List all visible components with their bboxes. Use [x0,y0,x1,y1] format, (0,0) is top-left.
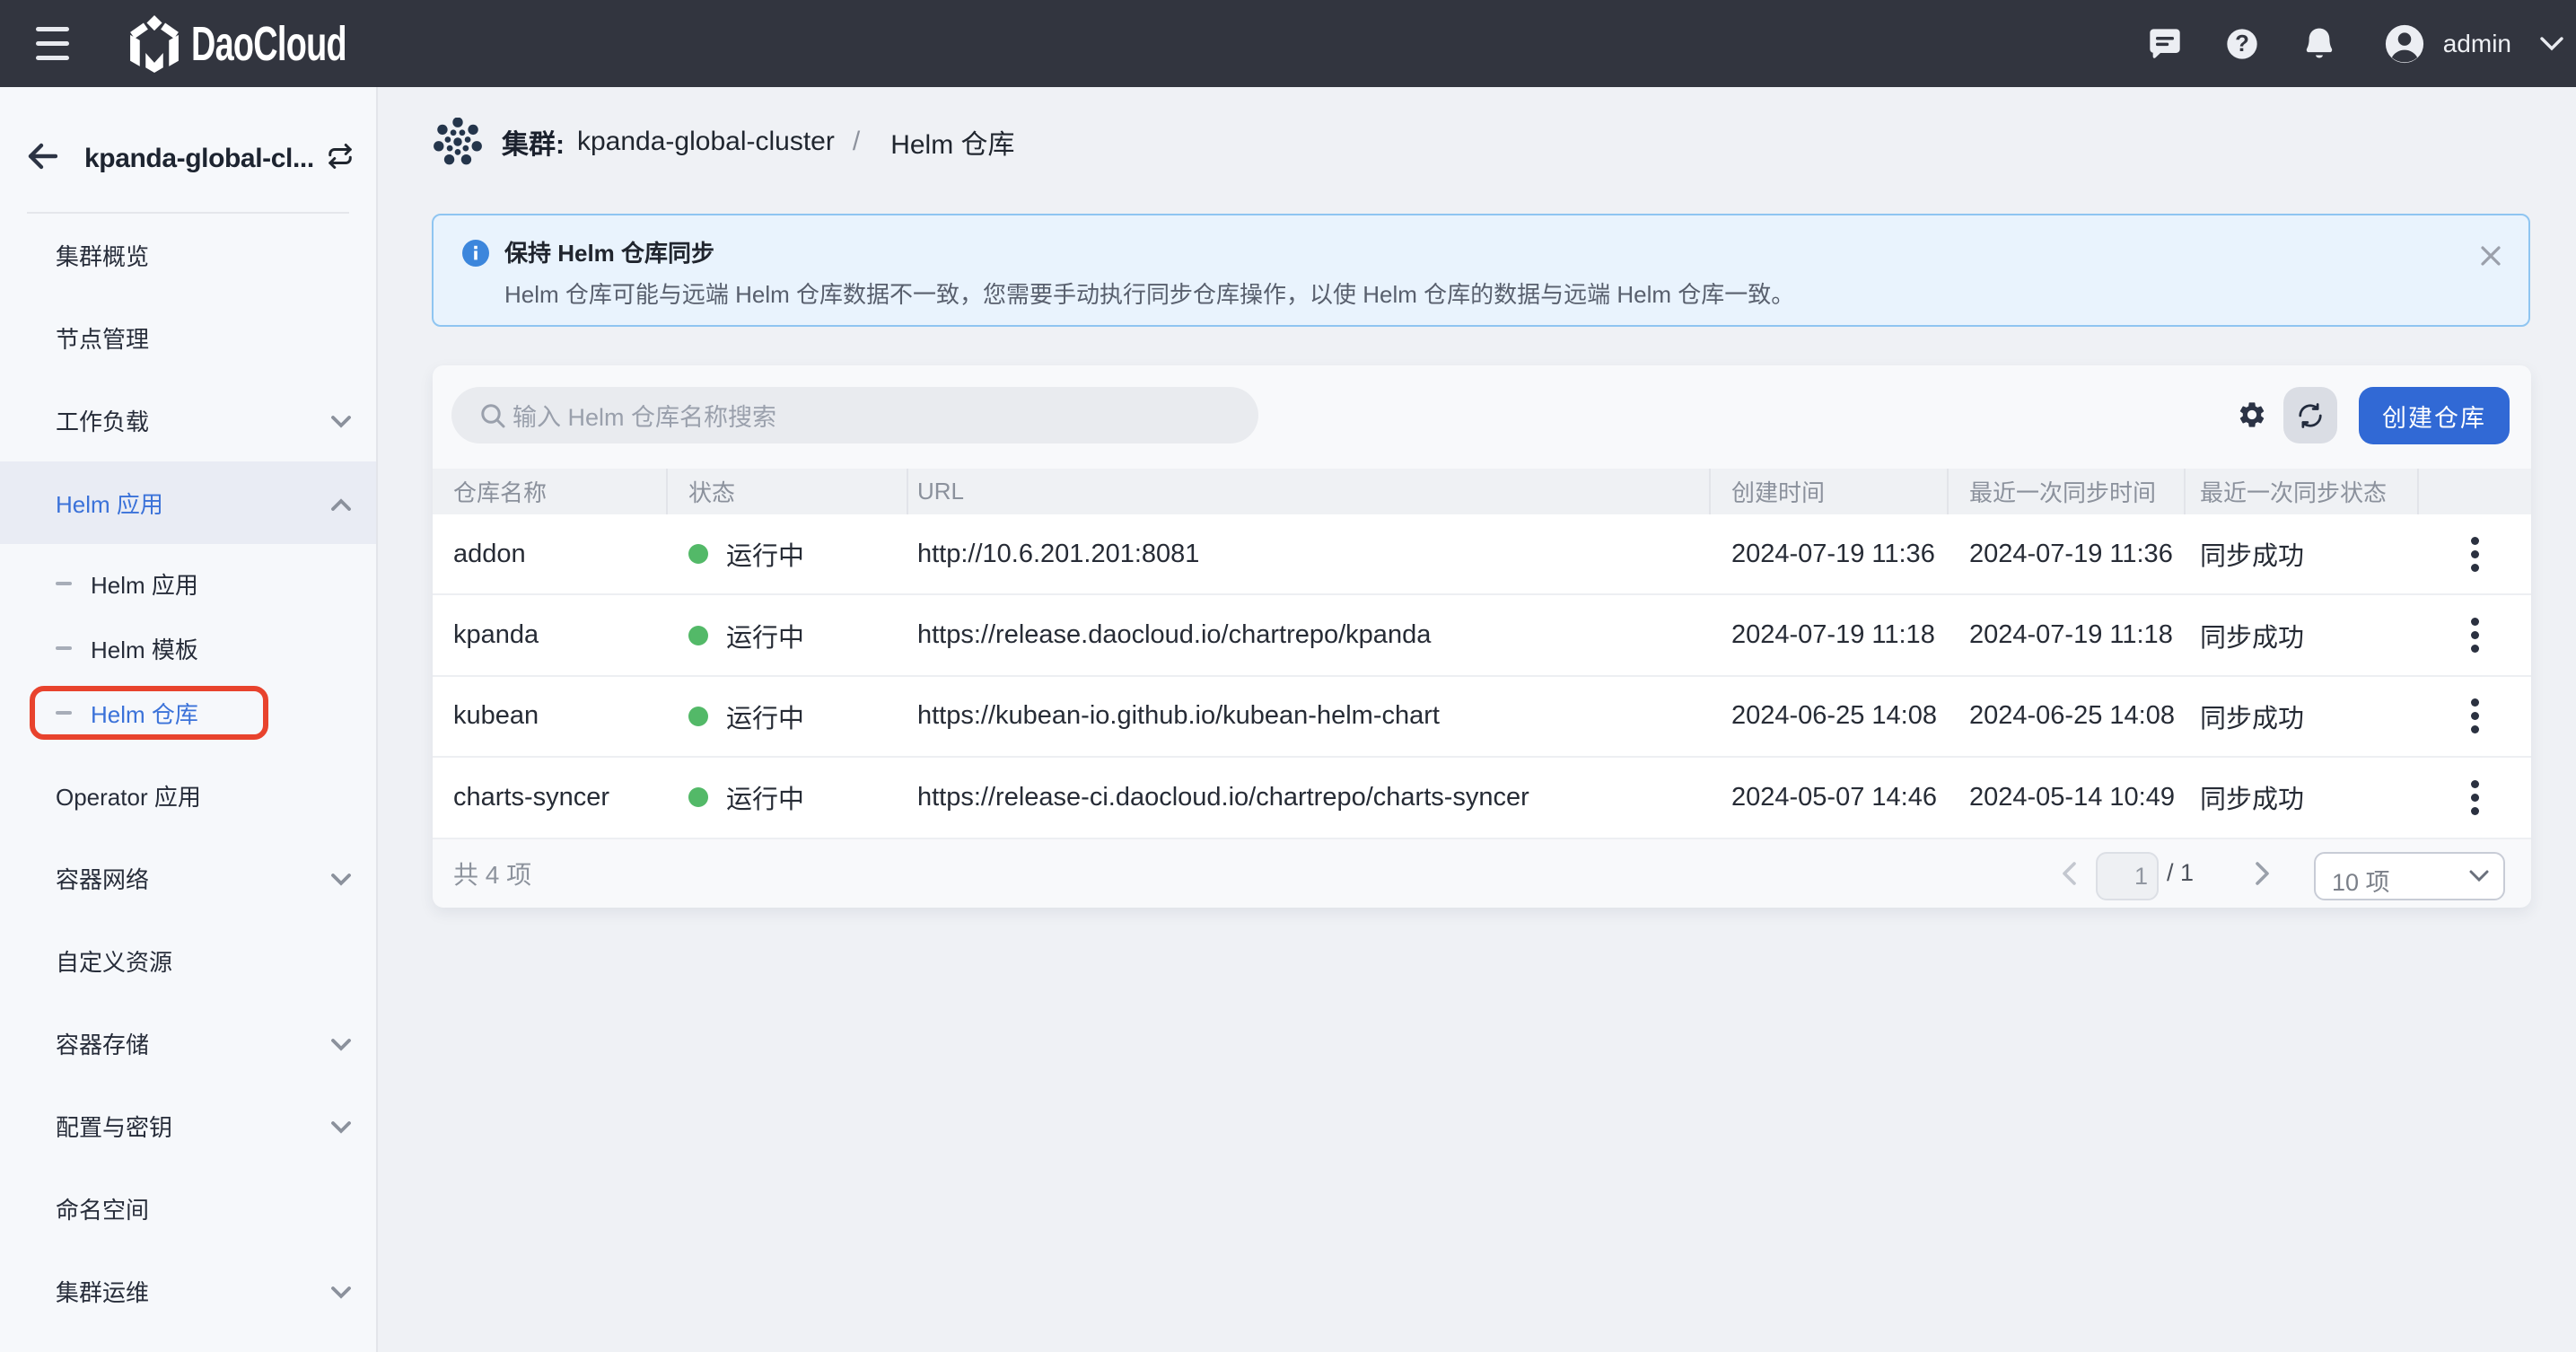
svg-text:?: ? [2235,31,2249,57]
